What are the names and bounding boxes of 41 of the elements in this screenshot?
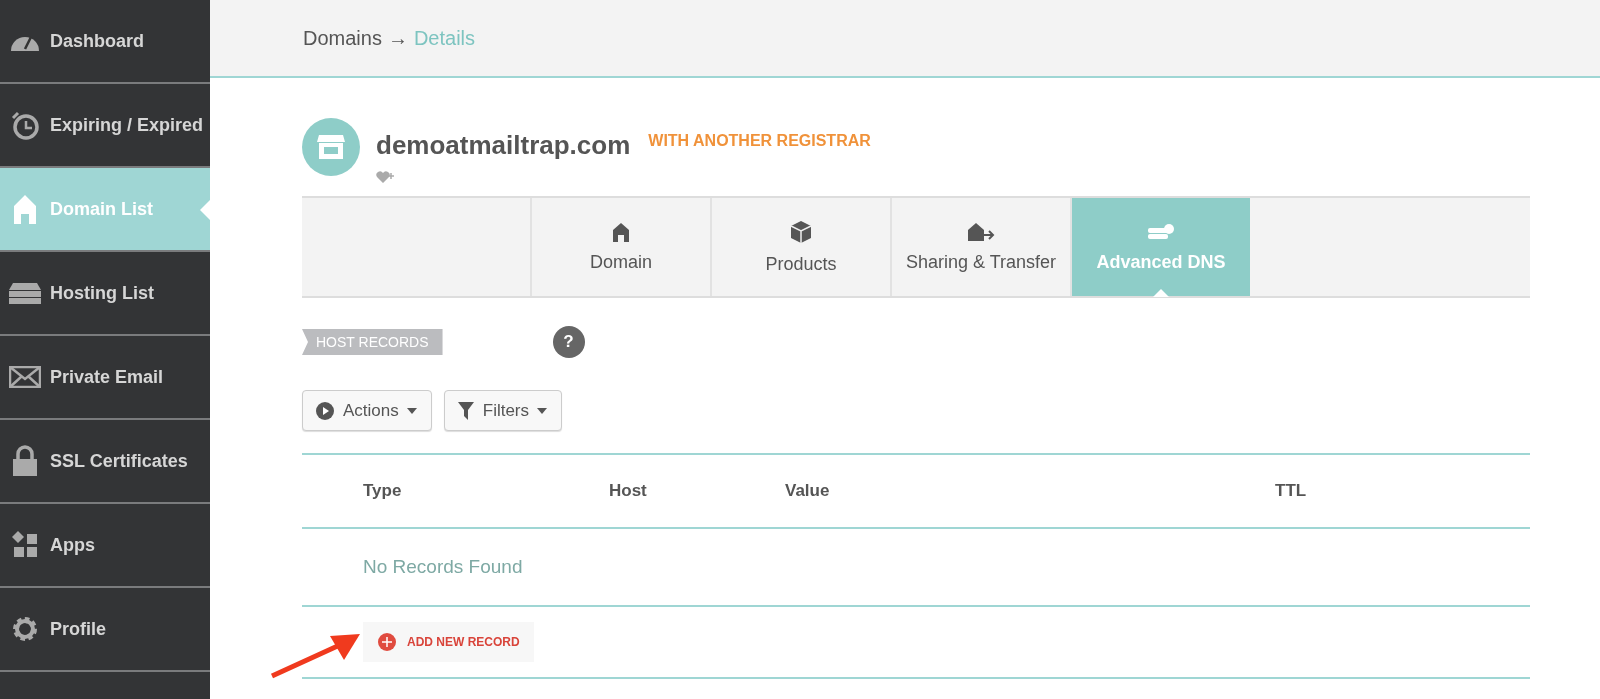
server-icon xyxy=(1147,221,1175,242)
breadcrumb-current: Details xyxy=(413,26,476,50)
house-icon xyxy=(612,221,630,242)
heart-plus-icon[interactable] xyxy=(376,170,394,184)
store-logo xyxy=(302,118,360,176)
play-icon xyxy=(315,400,335,421)
column-header: Type xyxy=(363,481,403,501)
empty-message: No Records Found xyxy=(302,529,1530,607)
house-icon xyxy=(12,194,38,224)
filter-icon xyxy=(456,400,475,421)
box-icon xyxy=(789,219,813,244)
status-label: WITH ANOTHER REGISTRAR xyxy=(648,132,871,150)
sidebar-item[interactable]: SSL Certificates xyxy=(0,420,210,504)
sidebar-item[interactable]: Apps xyxy=(0,504,210,588)
column-header: Host xyxy=(609,481,648,501)
help-button[interactable]: ? xyxy=(552,326,585,358)
dropdown-button[interactable]: Actions xyxy=(302,390,432,431)
breadcrumb-link[interactable]: Domains xyxy=(303,26,382,50)
house-arrow-icon xyxy=(967,221,995,242)
sidebar-item[interactable]: Private Email xyxy=(0,336,210,420)
stopwatch-icon xyxy=(10,110,40,140)
apps-icon xyxy=(11,531,39,559)
gear-icon xyxy=(11,615,39,643)
caret-icon xyxy=(537,407,548,414)
plus-icon xyxy=(377,632,397,652)
envelope-icon xyxy=(9,366,41,388)
sidebar-item[interactable]: Hosting List xyxy=(0,252,210,336)
breadcrumb-separator: → xyxy=(387,26,408,50)
dropdown-button[interactable]: Filters xyxy=(443,390,563,431)
add-record-button[interactable]: ADD NEW RECORD xyxy=(363,622,534,662)
column-header: Value xyxy=(785,481,831,501)
padlock-icon xyxy=(12,445,38,477)
domain-name: demoatmailtrap.com xyxy=(376,130,631,161)
tab[interactable]: Domain xyxy=(530,198,710,296)
tab[interactable]: Products xyxy=(710,198,890,296)
section-label: HOST RECORDS xyxy=(302,329,443,355)
column-header: TTL xyxy=(1275,481,1308,501)
sidebar-item[interactable]: Profile xyxy=(0,588,210,672)
selection-pointer xyxy=(200,200,210,220)
server-icon xyxy=(8,281,42,305)
caret-icon xyxy=(406,407,417,414)
